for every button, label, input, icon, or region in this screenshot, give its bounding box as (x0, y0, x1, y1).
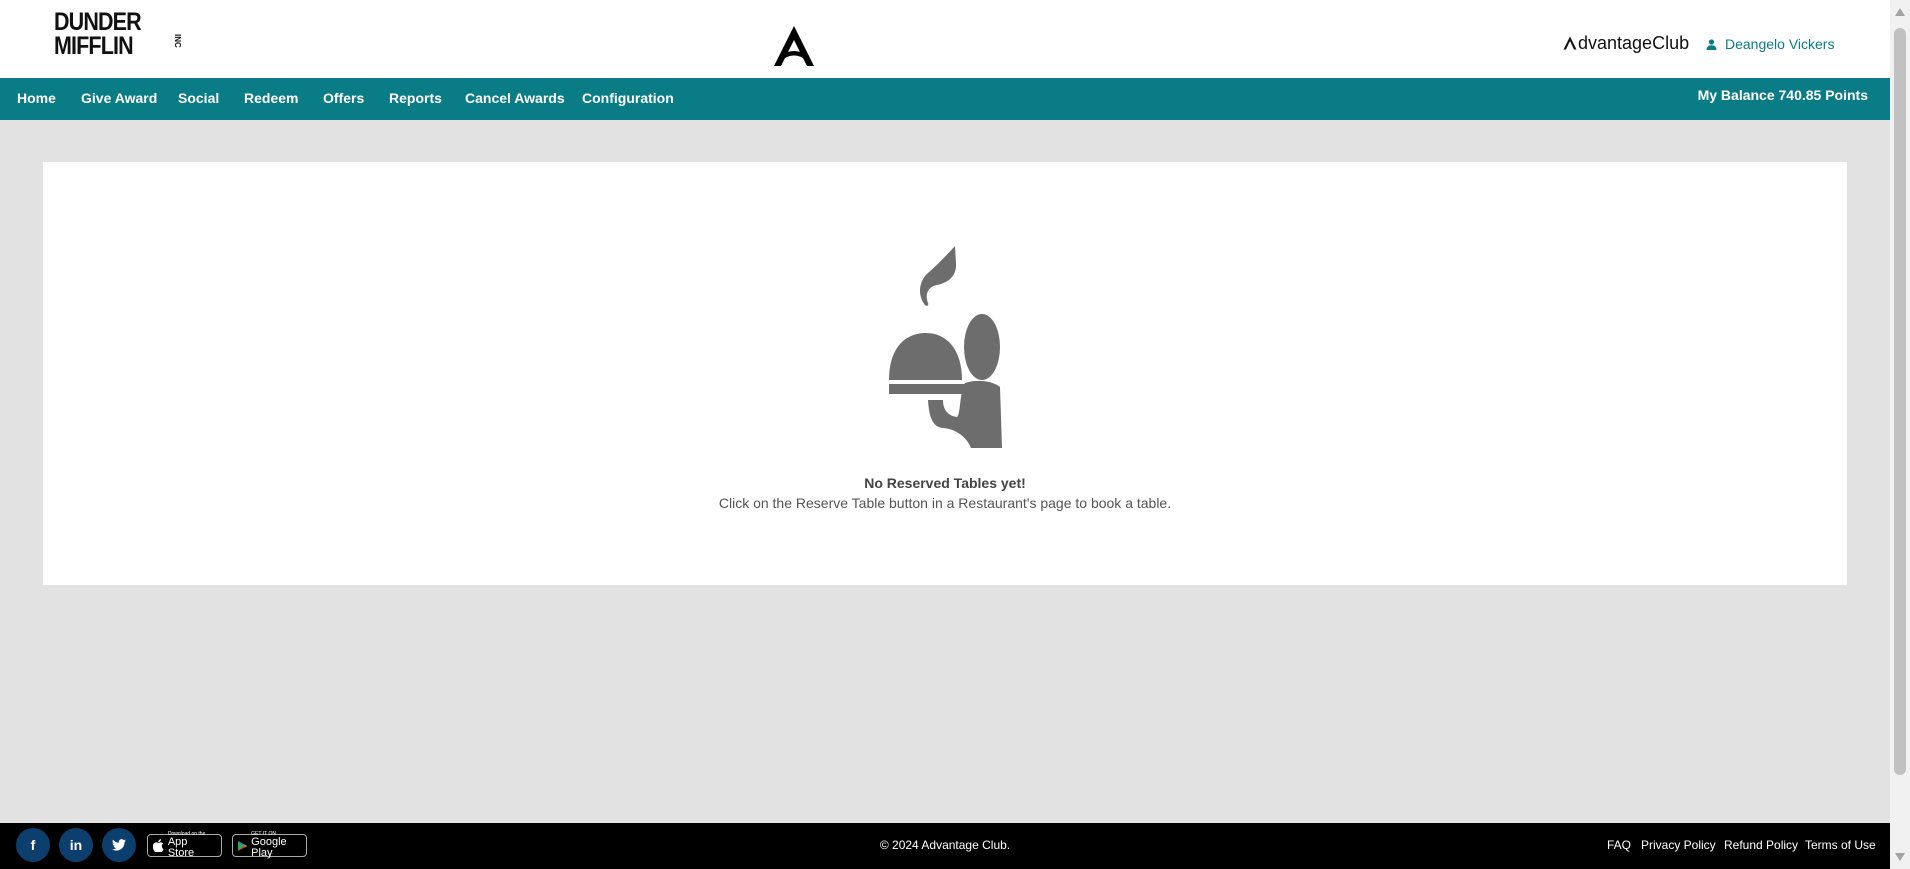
user-menu[interactable]: Deangelo Vickers (1706, 36, 1834, 52)
nav-item-redeem[interactable]: Redeem (244, 90, 298, 106)
company-logo[interactable]: DUNDER MIFFLIN INC (54, 8, 182, 60)
nav-item-social[interactable]: Social (178, 90, 219, 106)
scroll-down-arrow-icon[interactable] (1895, 853, 1905, 861)
nav-item-offers[interactable]: Offers (323, 90, 364, 106)
company-logo-line1: DUNDER (54, 8, 142, 36)
nav-item-reports[interactable]: Reports (389, 90, 442, 106)
footer-link-faq[interactable]: FAQ (1607, 838, 1631, 852)
user-name: Deangelo Vickers (1725, 36, 1835, 52)
nav-item-configuration[interactable]: Configuration (582, 90, 674, 106)
scrollbar-thumb[interactable] (1894, 28, 1906, 775)
vertical-scrollbar[interactable] (1890, 0, 1910, 869)
balance-display[interactable]: My Balance 740.85 Points (1698, 87, 1868, 103)
main-nav: Home Give Award Social Redeem Offers Rep… (0, 78, 1890, 120)
footer-link-refund-policy[interactable]: Refund Policy (1724, 838, 1798, 852)
company-logo-line2: MIFFLIN (54, 32, 134, 60)
footer-link-terms-of-use[interactable]: Terms of Use (1805, 838, 1876, 852)
brand-a-icon (1563, 36, 1577, 50)
nav-item-cancel-awards[interactable]: Cancel Awards (465, 90, 565, 106)
advantage-logo-icon[interactable] (772, 24, 816, 68)
footer-link-privacy-policy[interactable]: Privacy Policy (1641, 838, 1716, 852)
company-logo-inc: INC (173, 34, 182, 48)
footer: f in Download on the App Store GET IT ON… (0, 823, 1890, 869)
nav-item-give-award[interactable]: Give Award (81, 90, 157, 106)
empty-state-title: No Reserved Tables yet! (864, 475, 1026, 491)
empty-state-subtitle: Click on the Reserve Table button in a R… (718, 495, 1172, 511)
waiter-serving-tray-icon (889, 246, 1002, 448)
nav-item-home[interactable]: Home (17, 90, 56, 106)
brand-wordmark[interactable]: dvantageClub (1563, 33, 1689, 54)
top-header: DUNDER MIFFLIN INC dvantageClub Deangelo… (0, 0, 1890, 78)
user-icon (1706, 38, 1717, 50)
scroll-up-arrow-icon[interactable] (1895, 8, 1905, 16)
brand-name: dvantageClub (1578, 33, 1690, 53)
